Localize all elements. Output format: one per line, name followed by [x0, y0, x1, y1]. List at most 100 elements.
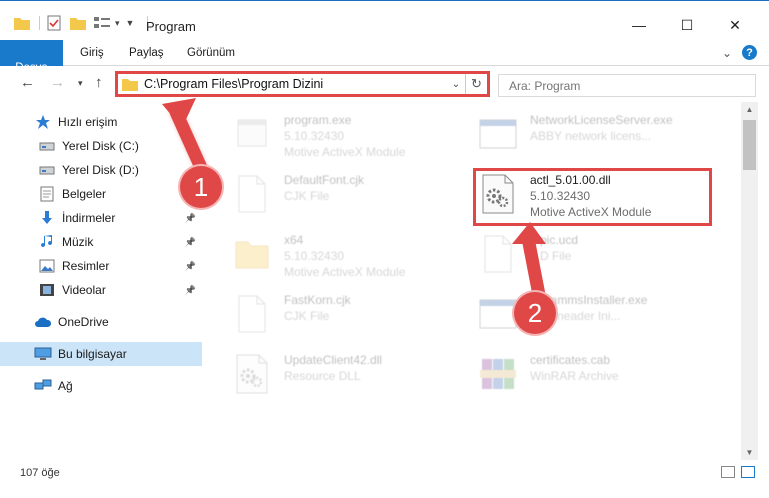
- scroll-down-icon[interactable]: ▼: [741, 448, 758, 457]
- sidebar-item[interactable]: Yerel Disk (C:) 📌: [0, 134, 202, 158]
- blank-file-icon: [476, 230, 520, 278]
- up-arrow-icon[interactable]: ↑: [95, 74, 103, 91]
- address-path[interactable]: C:\Program Files\Program Dizini: [144, 77, 447, 91]
- drive-icon: [38, 138, 56, 154]
- tab-home[interactable]: Giriş: [80, 40, 104, 66]
- properties-icon[interactable]: [46, 15, 62, 31]
- file-version: ABBY network licens...: [530, 129, 652, 143]
- sidebar-item[interactable]: Ağ: [0, 374, 202, 398]
- tab-share[interactable]: Paylaş: [129, 40, 164, 66]
- sidebar-item[interactable]: Müzik 📌: [0, 230, 202, 254]
- cloud-icon: [34, 314, 52, 330]
- sidebar-item[interactable]: Belgeler📌: [0, 182, 202, 206]
- pin-icon[interactable]: 📌: [185, 261, 196, 272]
- sidebar-item[interactable]: İndirmeler 📌: [0, 206, 202, 230]
- separator: [30, 16, 40, 30]
- file-item[interactable]: certificates.cab WinRAR Archive: [476, 350, 706, 406]
- folder-icon: [122, 79, 138, 91]
- sidebar-item-label: Resimler: [62, 259, 110, 273]
- download-icon: [38, 210, 56, 226]
- scroll-up-icon[interactable]: ▲: [741, 105, 758, 114]
- file-version: 5.10.32430: [530, 189, 591, 203]
- details-view-icon[interactable]: [721, 466, 735, 478]
- chevron-down-icon[interactable]: ▾: [115, 18, 120, 29]
- file-version: Resource DLL: [284, 369, 361, 383]
- file-name: ...pic.ucd: [530, 233, 579, 247]
- search-input[interactable]: [509, 78, 729, 93]
- file-item[interactable]: DefaultFont.cjk CJK File: [230, 170, 460, 226]
- large-icons-view-icon[interactable]: [741, 466, 755, 478]
- file-name: DefaultFont.cjk: [284, 173, 365, 187]
- navigation-bar: ← → ▾ ↑ C:\Program Files\Program Dizini …: [0, 66, 769, 102]
- file-item[interactable]: FastKorn.cjk CJK File: [230, 290, 460, 346]
- blank-file-icon: [230, 290, 274, 338]
- help-icon[interactable]: ?: [742, 45, 757, 60]
- search-box[interactable]: [498, 74, 756, 97]
- file-name: actl_5.01.00.dll: [530, 173, 611, 187]
- folder-icon[interactable]: [14, 16, 30, 30]
- address-dropdown-icon[interactable]: ⌄: [447, 79, 465, 90]
- tab-view[interactable]: Görünüm: [187, 40, 235, 66]
- file-description: Motive ActiveX Module: [284, 145, 406, 159]
- minimize-button[interactable]: —: [616, 11, 662, 39]
- blank-file-icon: [230, 170, 274, 218]
- sidebar-item[interactable]: Bu bilgisayar: [0, 342, 202, 366]
- computer-icon: [34, 346, 52, 362]
- ribbon-expand-icon[interactable]: ⌄: [722, 46, 732, 60]
- drive-icon: [38, 162, 56, 178]
- folder-icon: [230, 230, 274, 278]
- file-name: UpdateClient42.dll: [284, 353, 383, 367]
- forward-arrow-icon[interactable]: →: [50, 74, 65, 91]
- refresh-icon[interactable]: ↻: [465, 74, 487, 94]
- sidebar-item[interactable]: Hızlı erişim: [0, 110, 202, 134]
- star-icon: [34, 114, 52, 130]
- customize-arrow-icon[interactable]: ▼: [126, 18, 135, 28]
- file-version: 5.10.32430: [284, 129, 345, 143]
- file-item[interactable]: program.exe 5.10.32430 Motive ActiveX Modu…: [230, 110, 460, 166]
- pin-icon[interactable]: 📌: [185, 285, 196, 296]
- file-item[interactable]: NetworkLicenseServer.exe ABBY network lic…: [476, 110, 706, 166]
- sidebar-item-label: Bu bilgisayar: [58, 347, 127, 361]
- file-item[interactable]: ...pic.ucd ...D File: [476, 230, 706, 286]
- sidebar-item-label: Belgeler: [62, 187, 107, 201]
- sidebar-item[interactable]: Resimler 📌: [0, 254, 202, 278]
- file-name: FastKorn.cjk: [284, 293, 351, 307]
- file-name: NetworkLicenseServer.exe: [530, 113, 673, 127]
- file-description: Motive ActiveX Module: [284, 265, 406, 279]
- dll-gear-icon: [230, 350, 274, 398]
- file-item[interactable]: UpdateClient42.dll Resource DLL: [230, 350, 460, 406]
- new-folder-icon[interactable]: [70, 16, 86, 30]
- ribbon-tabs: Dosya Giriş Paylaş Görünüm ⌄ ?: [0, 40, 769, 96]
- file-version: ...D File: [530, 249, 572, 263]
- status-bar: 107 öğe: [0, 460, 769, 498]
- vertical-scrollbar[interactable]: ▲ ▼: [741, 102, 758, 460]
- file-item[interactable]: actl_5.01.00.dll 5.10.32430 Motive ActiveX…: [476, 170, 706, 226]
- file-name: certificates.cab: [530, 353, 611, 367]
- pin-icon[interactable]: 📌: [185, 141, 196, 152]
- dll-gear-icon: [476, 170, 520, 218]
- recent-locations-icon[interactable]: ▾: [78, 78, 83, 89]
- maximize-button[interactable]: ☐: [664, 11, 710, 39]
- file-version: CJK File: [284, 309, 330, 323]
- pin-icon[interactable]: 📌: [185, 237, 196, 248]
- file-item[interactable]: ...grammsInstaller.exe ...Y fineader Ini.…: [476, 290, 706, 346]
- view-options-icon[interactable]: [94, 16, 112, 30]
- sidebar-item-label: Hızlı erişim: [58, 115, 118, 129]
- file-version: 5.10.32430: [284, 249, 345, 263]
- file-item[interactable]: x64 5.10.32430 Motive ActiveX Module: [230, 230, 460, 286]
- window-icon: [476, 110, 520, 158]
- pin-icon[interactable]: 📌: [185, 213, 196, 224]
- sidebar-item[interactable]: Yerel Disk (D:): [0, 158, 202, 182]
- sidebar-item-label: Yerel Disk (D:): [62, 163, 139, 177]
- sidebar-item[interactable]: OneDrive: [0, 310, 202, 334]
- document-icon: [38, 186, 56, 202]
- close-button[interactable]: ✕: [712, 11, 758, 39]
- back-arrow-icon[interactable]: ←: [20, 74, 35, 91]
- music-icon: [38, 234, 56, 250]
- sidebar-item-label: OneDrive: [58, 315, 109, 329]
- exe-icon: [230, 110, 274, 158]
- scrollbar-thumb[interactable]: [743, 120, 756, 170]
- video-icon: [38, 282, 56, 298]
- address-bar[interactable]: C:\Program Files\Program Dizini ⌄ ↻: [115, 71, 490, 97]
- sidebar-item[interactable]: Videolar 📌: [0, 278, 202, 302]
